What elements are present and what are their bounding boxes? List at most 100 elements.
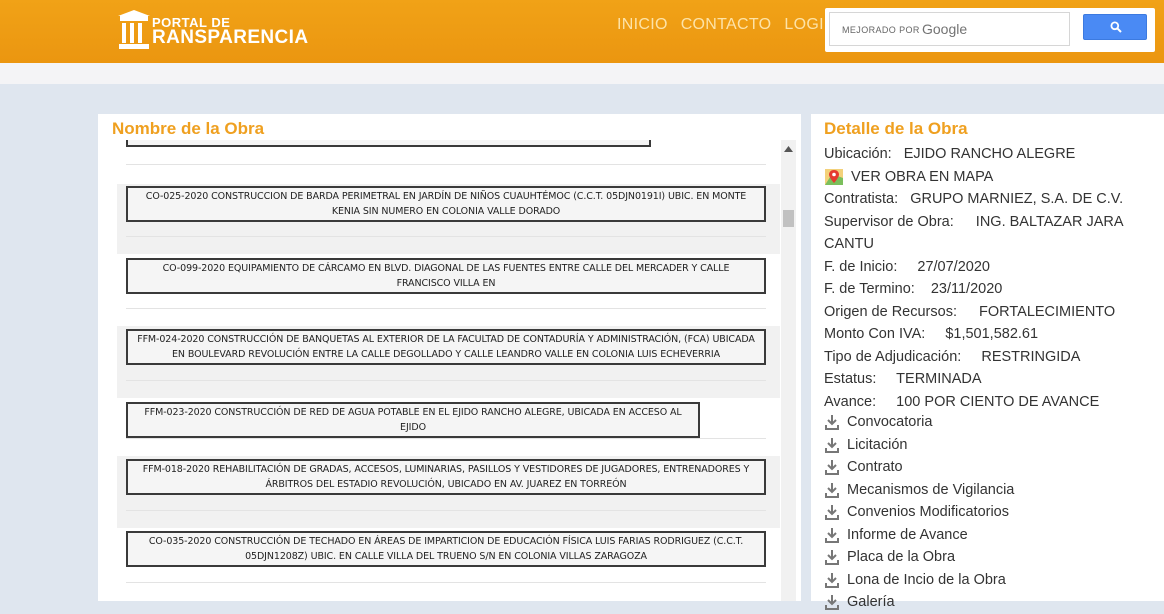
doc-placa[interactable]: Placa de la Obra [824, 546, 1014, 569]
termino-value: 23/11/2020 [930, 281, 1003, 297]
download-icon [825, 550, 839, 566]
tipo-value: RESTRINGIDA [981, 348, 1081, 365]
top-header: PORTAL DE RANSPARENCIA INICIO CONTACTO L… [0, 0, 1164, 63]
doc-lona[interactable]: Lona de Incio de la Obra [824, 569, 1014, 592]
main-nav: INICIO CONTACTO LOGIN [617, 16, 836, 34]
list-separator [126, 308, 766, 309]
nav-contacto[interactable]: CONTACTO [681, 16, 772, 34]
contratista-value: GRUPO MARNIEZ, S.A. DE C.V. [910, 191, 1124, 207]
estatus-row: Estatus: TERMINADA [824, 368, 1144, 391]
search-button[interactable] [1083, 14, 1147, 40]
obra-item[interactable]: FFM-024-2020 CONSTRUCCIÓN DE BANQUETAS A… [126, 329, 766, 365]
scroll-thumb[interactable] [783, 210, 794, 227]
google-brand: Google [922, 21, 968, 37]
termino-label: F. de Termino: [824, 281, 915, 297]
building-emblem-icon [118, 10, 150, 49]
list-separator [126, 582, 766, 583]
estatus-label: Estatus: [824, 371, 877, 387]
origen-value: FORTALECIMIENTO [979, 303, 1116, 320]
supervisor-label: Supervisor de Obra: [824, 213, 954, 230]
monto-row: Monto Con IVA: $1,501,582.61 [824, 323, 1144, 346]
doc-contrato[interactable]: Contrato [824, 456, 1014, 479]
doc-convenios[interactable]: Convenios Modificatorios [824, 501, 1014, 524]
supervisor-row: Supervisor de Obra: ING. BALTAZAR JARA C… [824, 211, 1144, 256]
download-icon [825, 505, 839, 521]
header-strip [0, 63, 1164, 84]
avance-row: Avance: 100 POR CIENTO DE AVANCE [824, 391, 1144, 414]
list-separator [126, 164, 766, 165]
download-icon [825, 572, 839, 588]
download-icon [825, 415, 839, 431]
inicio-label: F. de Inicio: [824, 258, 898, 275]
obra-item-partial[interactable] [126, 140, 651, 147]
search-icon [1110, 21, 1122, 33]
tipo-label: Tipo de Adjudicación: [824, 348, 962, 365]
estatus-value: TERMINADA [896, 371, 982, 387]
map-link[interactable]: VER OBRA EN MAPA [851, 166, 993, 188]
ubicacion-row: Ubicación: EJIDO RANCHO ALEGRE [824, 143, 1144, 166]
origen-row: Origen de Recursos: FORTALECIMIENTO [824, 301, 1144, 324]
ubicacion-label: Ubicación: [824, 146, 892, 162]
list-separator [126, 380, 766, 381]
detalle-list: Ubicación: EJIDO RANCHO ALEGRE VER OBRA … [824, 143, 1144, 413]
map-pin-icon [825, 168, 843, 185]
inicio-value: 27/07/2020 [917, 258, 990, 275]
list-scrollbar[interactable] [781, 140, 796, 601]
logo-title: RANSPARENCIA [152, 27, 309, 48]
documentos-list: Convocatoria Licitación Contrato Mecanis… [824, 411, 1014, 614]
download-icon [825, 460, 839, 476]
download-icon [825, 437, 839, 453]
obra-item[interactable]: CO-035-2020 CONSTRUCCIÓN DE TECHADO EN Á… [126, 531, 766, 567]
obras-title: Nombre de la Obra [112, 119, 265, 138]
download-icon [825, 527, 839, 543]
obras-list[interactable]: CO-025-2020 CONSTRUCCION DE BARDA PERIME… [117, 140, 780, 601]
detalle-title: Detalle de la Obra [824, 119, 968, 138]
list-separator [126, 236, 766, 237]
powered-by-label: MEJORADO POR [842, 25, 920, 35]
monto-label: Monto Con IVA: [824, 326, 926, 342]
download-icon [825, 482, 839, 498]
origen-label: Origen de Recursos: [824, 303, 957, 320]
doc-label[interactable]: Placa de la Obra [847, 546, 955, 568]
contratista-label: Contratista: [824, 191, 899, 207]
obra-row: FFM-023-2020 CONSTRUCCIÓN DE RED DE AGUA… [117, 398, 780, 438]
avance-value: 100 POR CIENTO DE AVANCE [896, 393, 1100, 410]
doc-label[interactable]: Licitación [847, 434, 907, 456]
doc-mecanismos[interactable]: Mecanismos de Vigilancia [824, 479, 1014, 502]
doc-label[interactable]: Galería [847, 591, 895, 613]
tipo-row: Tipo de Adjudicación: RESTRINGIDA [824, 346, 1144, 369]
doc-label[interactable]: Convenios Modificatorios [847, 501, 1009, 523]
obra-row: CO-025-2020 CONSTRUCCION DE BARDA PERIME… [117, 184, 780, 254]
list-separator [126, 510, 766, 511]
doc-label[interactable]: Contrato [847, 456, 903, 478]
nav-inicio[interactable]: INICIO [617, 16, 668, 34]
download-icon [825, 595, 839, 611]
inicio-row: F. de Inicio: 27/07/2020 [824, 256, 1144, 279]
obra-item[interactable]: FFM-018-2020 REHABILITACIÓN DE GRADAS, A… [126, 459, 766, 495]
google-search-box: MEJORADO POR Google [825, 8, 1155, 52]
search-input[interactable]: MEJORADO POR Google [829, 12, 1070, 46]
monto-value: $1,501,582.61 [945, 326, 1039, 342]
doc-informe[interactable]: Informe de Avance [824, 524, 1014, 547]
termino-row: F. de Termino: 23/11/2020 [824, 278, 1144, 301]
doc-label[interactable]: Mecanismos de Vigilancia [847, 479, 1014, 501]
obra-item[interactable]: CO-025-2020 CONSTRUCCION DE BARDA PERIME… [126, 186, 766, 222]
doc-convocatoria[interactable]: Convocatoria [824, 411, 1014, 434]
doc-label[interactable]: Convocatoria [847, 411, 932, 433]
doc-licitacion[interactable]: Licitación [824, 434, 1014, 457]
obra-row: FFM-018-2020 REHABILITACIÓN DE GRADAS, A… [117, 456, 780, 528]
contratista-row: Contratista: GRUPO MARNIEZ, S.A. DE C.V. [824, 188, 1144, 211]
avance-label: Avance: [824, 393, 877, 410]
list-separator [126, 438, 766, 439]
doc-galeria[interactable]: Galería [824, 591, 1014, 614]
obra-row: CO-099-2020 EQUIPAMIENTO DE CÁRCAMO EN B… [117, 256, 780, 308]
obra-item[interactable]: FFM-023-2020 CONSTRUCCIÓN DE RED DE AGUA… [126, 402, 700, 438]
scroll-up-arrow-icon[interactable] [784, 146, 793, 152]
obra-row: FFM-024-2020 CONSTRUCCIÓN DE BANQUETAS A… [117, 326, 780, 398]
doc-label[interactable]: Informe de Avance [847, 524, 968, 546]
ubicacion-value: EJIDO RANCHO ALEGRE [903, 146, 1076, 162]
obra-row: CO-035-2020 CONSTRUCCIÓN DE TECHADO EN Á… [117, 528, 780, 584]
doc-label[interactable]: Lona de Incio de la Obra [847, 569, 1006, 591]
obra-item[interactable]: CO-099-2020 EQUIPAMIENTO DE CÁRCAMO EN B… [126, 258, 766, 294]
map-link-row[interactable]: VER OBRA EN MAPA [824, 166, 1144, 189]
